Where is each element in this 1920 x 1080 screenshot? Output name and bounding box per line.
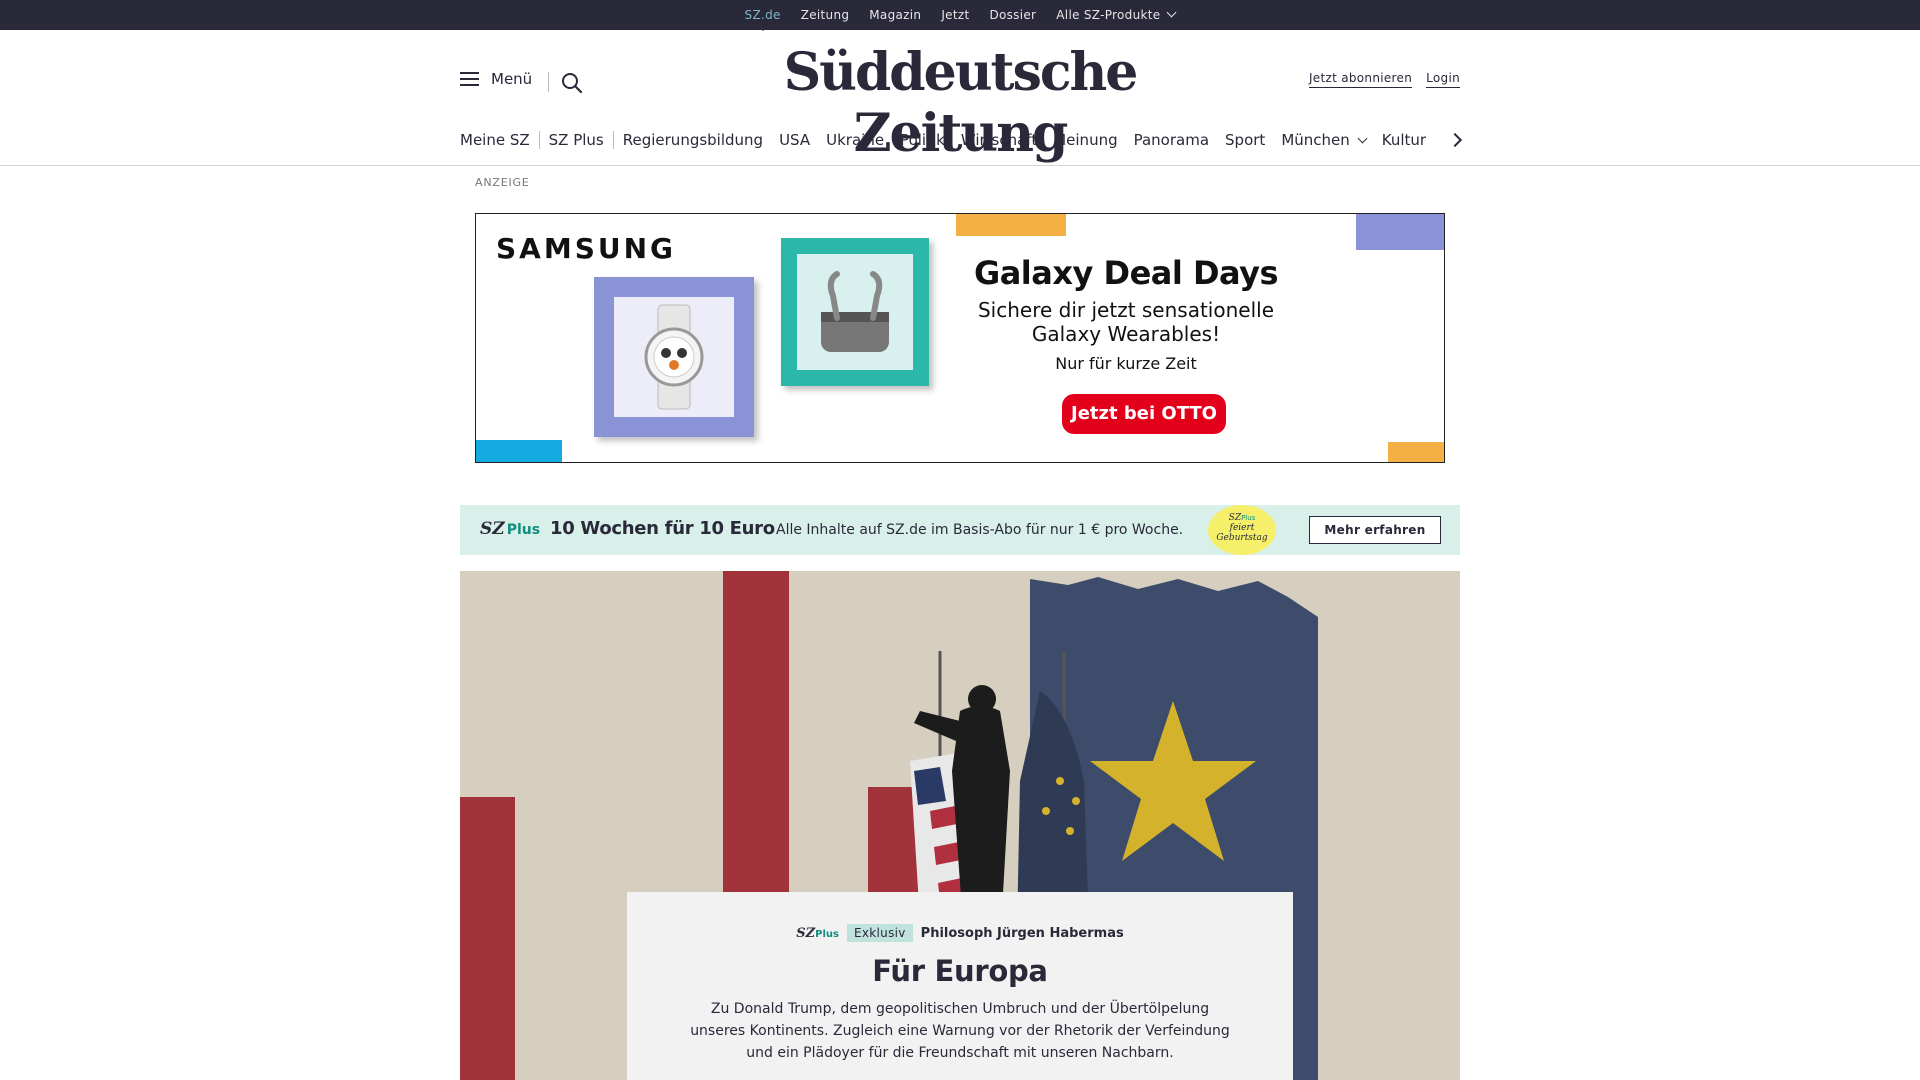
nav-item-kultur[interactable]: Kultur: [1382, 131, 1426, 149]
smartwatch-image: [594, 277, 754, 437]
ad-title: Galaxy Deal Days: [973, 254, 1279, 292]
article-title[interactable]: Für Europa: [627, 954, 1293, 988]
nav-item-meine-sz[interactable]: Meine SZ: [460, 131, 530, 149]
nav-item-politik[interactable]: Politik: [900, 131, 945, 149]
szplus-logo-small: SZPlus: [796, 926, 839, 941]
ad-note: Nur für kurze Zeit: [1055, 354, 1197, 373]
article-logo-plus: Plus: [815, 928, 839, 940]
hamburger-icon: [460, 72, 479, 86]
nav-item-panorama[interactable]: Panorama: [1134, 131, 1209, 149]
watch-icon: [644, 304, 704, 410]
earbuds-icon: [821, 271, 889, 352]
top-link-all-products[interactable]: Alle SZ-Produkte: [1056, 7, 1177, 22]
top-link-dossier[interactable]: Dossier: [989, 8, 1036, 22]
article-teaser-card[interactable]: SZPlus Exklusiv Philosoph Jürgen Haberma…: [627, 892, 1293, 1080]
ad-subtitle: Sichere dir jetzt sensationelle Galaxy W…: [977, 298, 1274, 346]
nav-item-wirtschaft[interactable]: Wirtschaft: [961, 131, 1037, 149]
menu-label: Menü: [491, 70, 533, 88]
ad-deco-blue-corner: [476, 440, 562, 462]
promo-text: Alle Inhalte auf SZ.de im Basis-Abo für …: [776, 522, 1184, 538]
nav-item-muenchen[interactable]: München: [1281, 131, 1368, 149]
nav-item-sport[interactable]: Sport: [1225, 131, 1265, 149]
exclusive-badge: Exklusiv: [847, 924, 913, 942]
birthday-badge: SZPlus feiert Geburtstag: [1208, 505, 1276, 555]
main-nav: Meine SZ SZ Plus Regierungsbildung USA U…: [460, 128, 1426, 152]
top-bar: SZ.de Zeitung Magazin Jetzt Dossier Alle…: [0, 0, 1920, 31]
nav-divider: [538, 131, 540, 149]
article-meta: SZPlus Exklusiv Philosoph Jürgen Haberma…: [627, 924, 1293, 942]
subscribe-link[interactable]: Jetzt abonnieren: [1308, 71, 1413, 88]
nav-divider-line: [0, 165, 1920, 166]
szplus-logo-sz: SZ: [480, 519, 505, 539]
nav-item-sz-plus[interactable]: SZ Plus: [549, 131, 604, 149]
nav-item-muenchen-label: München: [1281, 131, 1350, 149]
nav-item-usa[interactable]: USA: [779, 131, 810, 149]
samsung-logo: SAMSUNG: [496, 232, 677, 265]
top-link-magazin[interactable]: Magazin: [869, 8, 921, 22]
header-divider: [548, 72, 549, 92]
top-link-szde[interactable]: SZ.de: [745, 8, 781, 31]
account-links: Jetzt abonnieren Login: [1308, 71, 1460, 88]
badge-feiert: feiert: [1229, 523, 1255, 533]
nav-item-ukraine[interactable]: Ukraine: [826, 131, 884, 149]
szplus-promo-bar: SZ Plus 10 Wochen für 10 Euro Alle Inhalt…: [460, 505, 1460, 555]
chevron-down-icon: [1166, 7, 1177, 18]
chevron-right-icon[interactable]: [1448, 132, 1462, 148]
szplus-logo: SZ Plus: [480, 519, 540, 539]
top-link-zeitung[interactable]: Zeitung: [801, 8, 850, 22]
ad-cta-button[interactable]: Jetzt bei OTTO: [1062, 394, 1226, 434]
top-links: SZ.de Zeitung Magazin Jetzt Dossier Alle…: [0, 0, 1920, 31]
ad-label: ANZEIGE: [475, 176, 530, 189]
szplus-logo-plus: Plus: [506, 522, 541, 538]
menu-button[interactable]: Menü: [460, 70, 532, 88]
article-teaser: Zu Donald Trump, dem geopolitischen Umbr…: [690, 1001, 1230, 1061]
badge-geburtstag: Geburtstag: [1216, 533, 1268, 543]
badge-sz: SZ: [1228, 513, 1242, 523]
more-info-button[interactable]: Mehr erfahren: [1309, 516, 1441, 544]
article-logo-sz: SZ: [796, 925, 816, 941]
search-icon[interactable]: [561, 72, 583, 94]
all-products-label: Alle SZ-Produkte: [1056, 8, 1161, 22]
hero-red-bar-left: [460, 797, 515, 1080]
ad-deco-purple-corner: [1356, 214, 1444, 250]
chevron-down-icon: [1357, 133, 1368, 144]
login-link[interactable]: Login: [1426, 71, 1460, 88]
ad-deco-orange-top: [956, 214, 1066, 236]
top-link-jetzt[interactable]: Jetzt: [941, 8, 969, 22]
nav-divider: [612, 131, 614, 149]
ad-deco-orange-corner: [1388, 442, 1444, 462]
promo-headline: 10 Wochen für 10 Euro: [550, 518, 775, 539]
nav-item-regierungsbildung[interactable]: Regierungsbildung: [623, 131, 763, 149]
samsung-ad-banner[interactable]: SAMSUNG Galaxy Deal Days Sichere dir jet…: [475, 213, 1445, 463]
nav-item-meinung[interactable]: Meinung: [1053, 131, 1117, 149]
earbuds-image: [781, 238, 929, 386]
article-kicker: Philosoph Jürgen Habermas: [920, 925, 1124, 941]
badge-plus: Plus: [1241, 514, 1256, 522]
